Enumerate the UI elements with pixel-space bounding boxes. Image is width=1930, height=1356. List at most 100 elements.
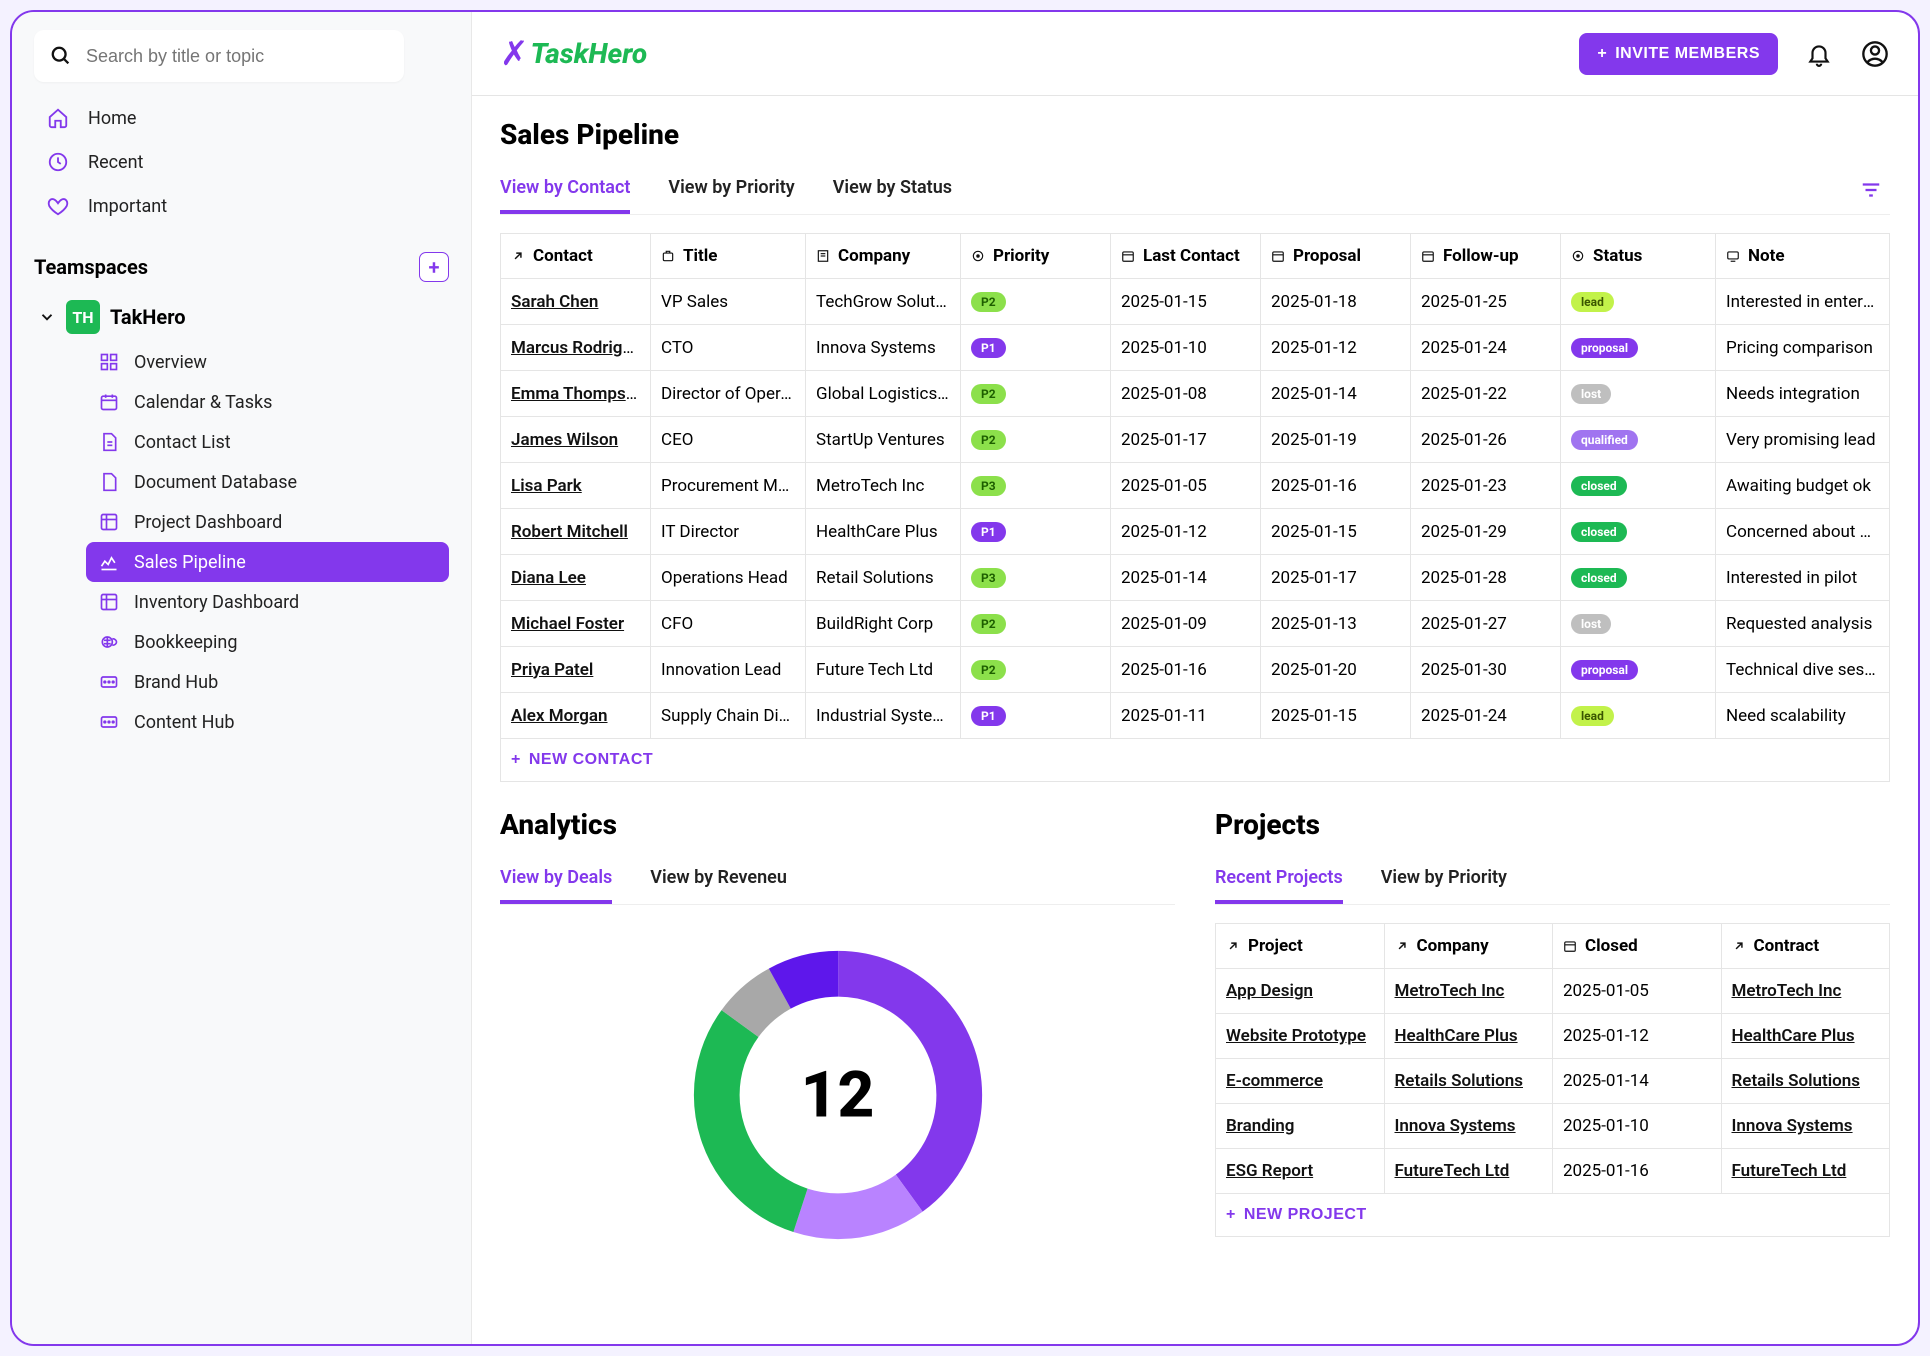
add-teamspace-button[interactable]: + — [419, 252, 449, 282]
contact-link[interactable]: Diana Lee — [511, 568, 586, 588]
cell-proposal: 2025-01-20 — [1261, 647, 1411, 693]
contract-link[interactable]: Innova Systems — [1732, 1116, 1853, 1136]
tab-view-by-priority[interactable]: View by Priority — [1381, 855, 1507, 904]
nav-item-important[interactable]: Important — [34, 184, 449, 228]
contact-link[interactable]: Robert Mitchell — [511, 522, 628, 542]
subnav-item-sales-pipeline[interactable]: Sales Pipeline — [86, 542, 449, 582]
project-link[interactable]: Website Prototype — [1226, 1026, 1366, 1046]
subnav-item-inventory-dashboard[interactable]: Inventory Dashboard — [86, 582, 449, 622]
table-row[interactable]: Emma ThompsonDirector of OperationsGloba… — [501, 371, 1890, 417]
search-input[interactable] — [86, 46, 388, 67]
column-header[interactable]: Note — [1716, 234, 1890, 279]
company-link[interactable]: HealthCare Plus — [1395, 1026, 1518, 1046]
subnav-item-contact-list[interactable]: Contact List — [86, 422, 449, 462]
subnav-item-overview[interactable]: Overview — [86, 342, 449, 382]
table-row[interactable]: James WilsonCEOStartUp VenturesP22025-01… — [501, 417, 1890, 463]
contract-link[interactable]: Retails Solutions — [1732, 1071, 1860, 1091]
subnav-item-content-hub[interactable]: Content Hub — [86, 702, 449, 742]
table-row[interactable]: E-commerceRetails Solutions2025-01-14Ret… — [1216, 1059, 1890, 1104]
table-row[interactable]: Sarah ChenVP SalesTechGrow SolutionsP220… — [501, 279, 1890, 325]
new-project-button[interactable]: + NEW PROJECT — [1226, 1206, 1367, 1224]
contact-link[interactable]: Alex Morgan — [511, 706, 608, 726]
account-button[interactable] — [1860, 39, 1890, 69]
tab-view-by-priority[interactable]: View by Priority — [668, 165, 794, 214]
app-logo[interactable]: ✗ TaskHero — [500, 34, 647, 74]
priority-badge: P1 — [971, 706, 1006, 726]
tab-view-by-status[interactable]: View by Status — [833, 165, 952, 214]
cell-proposal: 2025-01-14 — [1261, 371, 1411, 417]
calendar-icon — [98, 391, 120, 413]
project-link[interactable]: Branding — [1226, 1116, 1294, 1136]
table-row[interactable]: Diana LeeOperations HeadRetail Solutions… — [501, 555, 1890, 601]
column-label: Company — [838, 246, 910, 266]
contact-link[interactable]: Michael Foster — [511, 614, 624, 634]
column-header[interactable]: Contract — [1721, 924, 1890, 969]
subnav-item-project-dashboard[interactable]: Project Dashboard — [86, 502, 449, 542]
new-contact-button[interactable]: + NEW CONTACT — [511, 751, 653, 769]
contact-link[interactable]: Emma Thompson — [511, 384, 645, 404]
column-header[interactable]: Company — [806, 234, 961, 279]
table-row[interactable]: Lisa ParkProcurement ManagerMetroTech In… — [501, 463, 1890, 509]
column-header[interactable]: Contact — [501, 234, 651, 279]
lower-sections: Analytics View by DealsView by Reveneu 1… — [500, 808, 1890, 1255]
column-header[interactable]: Title — [651, 234, 806, 279]
contact-link[interactable]: Sarah Chen — [511, 292, 598, 312]
column-header[interactable]: Company — [1384, 924, 1553, 969]
project-link[interactable]: App Design — [1226, 981, 1313, 1001]
project-link[interactable]: ESG Report — [1226, 1161, 1313, 1181]
company-link[interactable]: Innova Systems — [1395, 1116, 1516, 1136]
column-header[interactable]: Follow-up — [1411, 234, 1561, 279]
table-row[interactable]: Marcus RodriguezCTOInnova SystemsP12025-… — [501, 325, 1890, 371]
invite-members-button[interactable]: + INVITE MEMBERS — [1579, 33, 1778, 75]
contact-link[interactable]: Priya Patel — [511, 660, 593, 680]
header-icon — [1563, 939, 1577, 953]
table-row[interactable]: Priya PatelInnovation LeadFuture Tech Lt… — [501, 647, 1890, 693]
contact-link[interactable]: James Wilson — [511, 430, 618, 450]
table-row[interactable]: ESG ReportFutureTech Ltd2025-01-16Future… — [1216, 1149, 1890, 1194]
contract-link[interactable]: MetroTech Inc — [1732, 981, 1842, 1001]
subnav-item-document-database[interactable]: Document Database — [86, 462, 449, 502]
table-row[interactable]: Robert MitchellIT DirectorHealthCare Plu… — [501, 509, 1890, 555]
company-link[interactable]: FutureTech Ltd — [1395, 1161, 1510, 1181]
subnav-label: Document Database — [134, 472, 297, 493]
column-header[interactable]: Proposal — [1261, 234, 1411, 279]
contact-link[interactable]: Lisa Park — [511, 476, 582, 496]
column-header[interactable]: Closed — [1553, 924, 1722, 969]
column-label: Contact — [533, 246, 593, 266]
column-header[interactable]: Last Contact — [1111, 234, 1261, 279]
column-header[interactable]: Status — [1561, 234, 1716, 279]
nav-item-recent[interactable]: Recent — [34, 140, 449, 184]
search-box[interactable] — [34, 30, 404, 82]
column-header[interactable]: Priority — [961, 234, 1111, 279]
table-row[interactable]: BrandingInnova Systems2025-01-10Innova S… — [1216, 1104, 1890, 1149]
subnav-item-calendar-tasks[interactable]: Calendar & Tasks — [86, 382, 449, 422]
tab-recent-projects[interactable]: Recent Projects — [1215, 855, 1343, 904]
table-row[interactable]: App Design MetroTech Inc 2025-01-05 MetroTe… — [1216, 969, 1890, 1014]
cell-company: HealthCare Plus — [806, 509, 961, 555]
analytics-title: Analytics — [500, 808, 1175, 841]
contract-link[interactable]: FutureTech Ltd — [1732, 1161, 1847, 1181]
sidebar: Home Recent Important Teamspaces + — [12, 12, 472, 1344]
subnav-item-brand-hub[interactable]: Brand Hub — [86, 662, 449, 702]
tab-view-by-reveneu[interactable]: View by Reveneu — [650, 855, 787, 904]
filter-button[interactable] — [1852, 171, 1890, 209]
company-link[interactable]: MetroTech Inc — [1395, 981, 1505, 1001]
project-link[interactable]: E-commerce — [1226, 1071, 1323, 1091]
contract-link[interactable]: HealthCare Plus — [1732, 1026, 1855, 1046]
cell-closed: 2025-01-05 — [1553, 969, 1722, 1014]
nav-item-home[interactable]: Home — [34, 96, 449, 140]
workspace-row[interactable]: TH TakHero — [34, 292, 449, 342]
column-header[interactable]: Project — [1216, 924, 1385, 969]
page-title: Sales Pipeline — [500, 118, 1890, 151]
cell-follow-up: 2025-01-30 — [1411, 647, 1561, 693]
contact-link[interactable]: Marcus Rodriguez — [511, 338, 650, 358]
header-icon — [1726, 249, 1740, 263]
subnav-item-bookkeeping[interactable]: Bookkeeping — [86, 622, 449, 662]
tab-view-by-contact[interactable]: View by Contact — [500, 165, 630, 214]
table-row[interactable]: Website PrototypeHealthCare Plus2025-01-… — [1216, 1014, 1890, 1059]
notifications-button[interactable] — [1804, 39, 1834, 69]
tab-view-by-deals[interactable]: View by Deals — [500, 855, 612, 904]
table-row[interactable]: Michael FosterCFOBuildRight CorpP22025-0… — [501, 601, 1890, 647]
table-row[interactable]: Alex MorganSupply Chain DirectorIndustri… — [501, 693, 1890, 739]
company-link[interactable]: Retails Solutions — [1395, 1071, 1523, 1091]
